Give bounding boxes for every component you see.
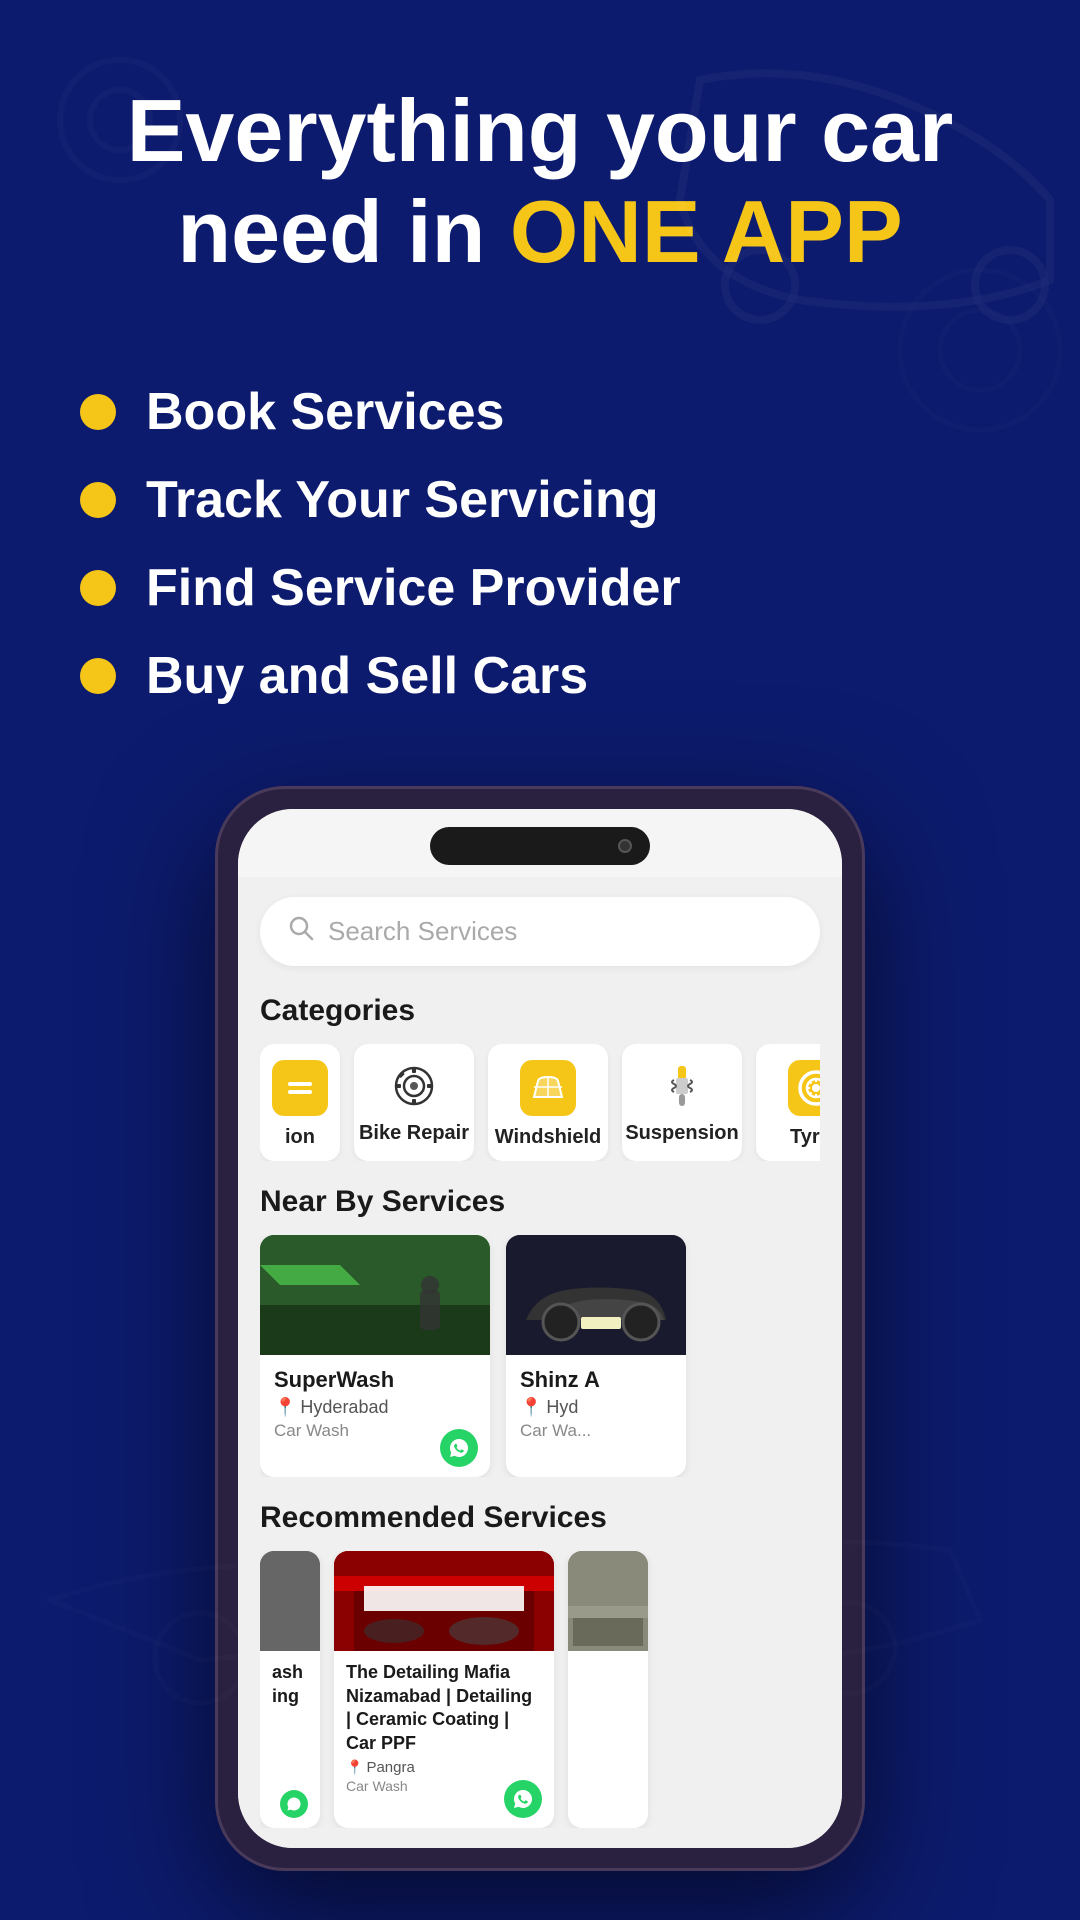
notch-camera xyxy=(618,839,632,853)
category-suspension[interactable]: Suspension xyxy=(622,1044,742,1161)
rec-card-partial-right-body xyxy=(568,1651,648,1695)
location-pin-superwash: 📍 xyxy=(274,1397,296,1418)
bullet-dot-book xyxy=(80,394,116,430)
feature-book: Book Services xyxy=(80,382,1000,442)
rec-card-partial-img xyxy=(260,1551,320,1651)
bullet-dot-track xyxy=(80,482,116,518)
search-placeholder: Search Services xyxy=(328,916,517,947)
phone-inner: Search Services Categories xyxy=(238,809,842,1848)
rec-card-partial-right[interactable] xyxy=(568,1551,648,1828)
category-tyres[interactable]: Tyres xyxy=(756,1044,820,1161)
feature-text-find: Find Service Provider xyxy=(146,558,681,618)
bullet-dot-find xyxy=(80,570,116,606)
rec-location-detailing: 📍 Pangra xyxy=(346,1759,542,1776)
recommended-section: Recommended Services ashing xyxy=(260,1501,820,1828)
category-bike-repair-label: Bike Repair xyxy=(359,1122,469,1145)
service-location-superwash: 📍 Hyderabad xyxy=(274,1397,476,1418)
rec-card-detailing-img xyxy=(334,1551,554,1651)
phone-notch xyxy=(238,809,842,877)
categories-section: Categories ion xyxy=(260,994,820,1161)
service-card-shinz-body: Shinz A 📍 Hyd Car Wa... xyxy=(506,1355,686,1477)
nearby-title: Near By Services xyxy=(260,1185,820,1219)
categories-title: Categories xyxy=(260,994,820,1028)
service-location-shinz: 📍 Hyd xyxy=(520,1397,672,1418)
category-windshield-label: Windshield xyxy=(495,1126,601,1149)
bullet-dot-buy xyxy=(80,658,116,694)
category-bike-repair[interactable]: Bike Repair xyxy=(354,1044,474,1161)
hero-title: Everything your car need in ONE APP xyxy=(60,80,1020,282)
service-type-shinz: Car Wa... xyxy=(520,1421,672,1441)
service-card-superwash-img xyxy=(260,1235,490,1355)
location-pin-detailing: 📍 xyxy=(346,1759,363,1776)
service-card-shinz[interactable]: Shinz A 📍 Hyd Car Wa... xyxy=(506,1235,686,1477)
hero-title-line1: Everything your car xyxy=(127,81,954,180)
category-suspension-label: Suspension xyxy=(625,1122,738,1145)
search-icon xyxy=(288,915,314,948)
feature-text-book: Book Services xyxy=(146,382,504,442)
category-partial-icon xyxy=(272,1060,328,1116)
category-windshield[interactable]: Windshield xyxy=(488,1044,608,1161)
categories-row: ion xyxy=(260,1044,820,1161)
feature-text-buy: Buy and Sell Cars xyxy=(146,646,588,706)
hero-section: Everything your car need in ONE APP xyxy=(0,0,1080,382)
feature-text-track: Track Your Servicing xyxy=(146,470,659,530)
recommended-row: ashing xyxy=(260,1551,820,1828)
whatsapp-btn-detailing[interactable] xyxy=(504,1780,542,1818)
service-card-superwash[interactable]: SuperWash 📍 Hyderabad Car Wash xyxy=(260,1235,490,1477)
category-suspension-icon xyxy=(656,1060,708,1112)
category-windshield-icon xyxy=(520,1060,576,1116)
category-tyres-icon xyxy=(788,1060,820,1116)
rec-name-partial: ashing xyxy=(272,1661,308,1708)
feature-buy: Buy and Sell Cars xyxy=(80,646,1000,706)
category-bike-repair-icon xyxy=(388,1060,440,1112)
rec-card-detailing[interactable]: The Detailing Mafia Nizamabad | Detailin… xyxy=(334,1551,554,1828)
feature-track: Track Your Servicing xyxy=(80,470,1000,530)
rec-card-partial-right-img xyxy=(568,1551,648,1651)
category-partial-label: ion xyxy=(285,1126,315,1149)
recommended-title: Recommended Services xyxy=(260,1501,820,1535)
rec-card-partial[interactable]: ashing xyxy=(260,1551,320,1828)
service-name-superwash: SuperWash xyxy=(274,1367,476,1393)
nearby-row: SuperWash 📍 Hyderabad Car Wash xyxy=(260,1235,820,1477)
phone-container: Search Services Categories xyxy=(0,766,1080,1871)
notch-pill xyxy=(430,827,650,865)
service-card-shinz-img xyxy=(506,1235,686,1355)
whatsapp-btn-partial[interactable] xyxy=(280,1790,308,1818)
hero-title-line2: need in xyxy=(177,182,510,281)
rec-name-detailing: The Detailing Mafia Nizamabad | Detailin… xyxy=(346,1661,542,1755)
search-bar[interactable]: Search Services xyxy=(260,897,820,966)
hero-title-highlight: ONE APP xyxy=(510,182,903,281)
nearby-section: Near By Services xyxy=(260,1185,820,1477)
feature-find: Find Service Provider xyxy=(80,558,1000,618)
rec-card-partial-body: ashing xyxy=(260,1651,320,1746)
category-partial[interactable]: ion xyxy=(260,1044,340,1161)
category-tyres-label: Tyres xyxy=(790,1126,820,1149)
service-name-shinz: Shinz A xyxy=(520,1367,672,1393)
feature-list: Book Services Track Your Servicing Find … xyxy=(0,382,1080,706)
phone-content: Search Services Categories xyxy=(238,877,842,1848)
location-pin-shinz: 📍 xyxy=(520,1397,542,1418)
phone-mockup: Search Services Categories xyxy=(215,786,865,1871)
